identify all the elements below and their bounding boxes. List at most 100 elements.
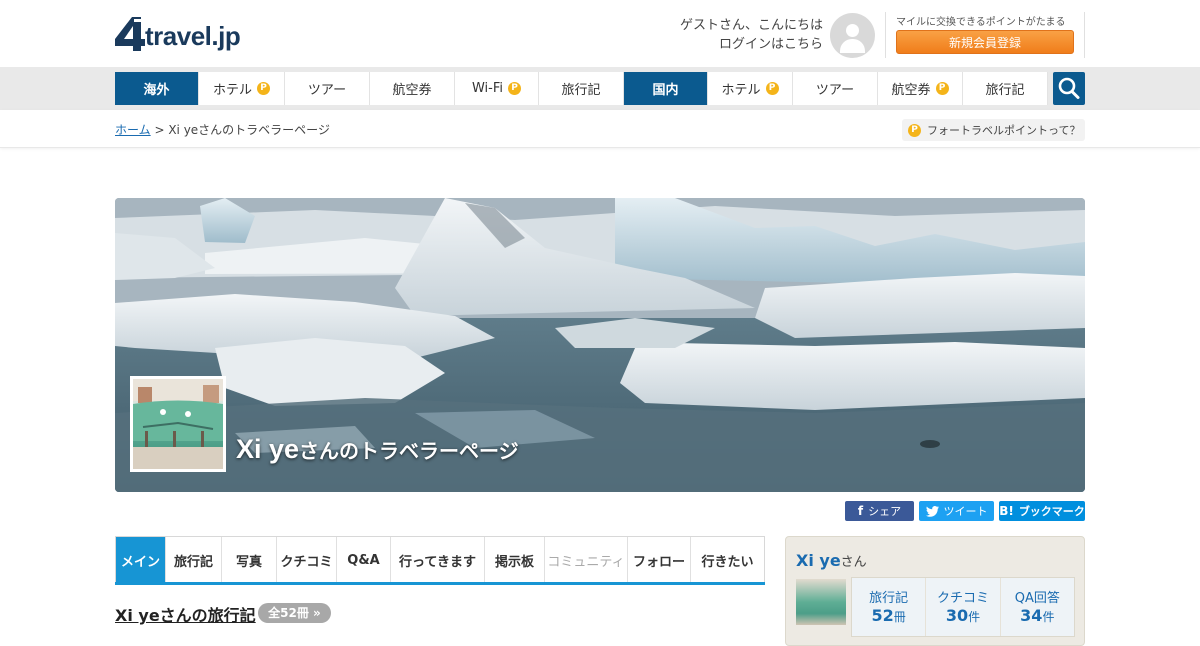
profile-stat-1[interactable]: クチコミ 30件	[926, 578, 1001, 636]
travelogue-section-title[interactable]: Xi yeさんの旅行記	[115, 602, 256, 626]
nav-section-6[interactable]: 国内	[624, 72, 708, 105]
nav-section-0[interactable]: 海外	[115, 72, 199, 105]
guest-avatar-icon[interactable]	[830, 13, 875, 58]
stat-unit: 冊	[893, 610, 906, 624]
tab-2[interactable]: 写真	[222, 537, 277, 584]
stat-label: 旅行記	[869, 591, 909, 606]
points-coin-icon: P	[765, 82, 779, 95]
travelogue-count-button[interactable]: 全52冊 »	[258, 603, 331, 623]
logo-four-icon	[115, 17, 145, 51]
stat-value: 34	[1020, 606, 1043, 625]
profile-small-avatar[interactable]	[796, 579, 846, 625]
nav-item-7[interactable]: ホテル P	[708, 72, 793, 105]
profile-name: Xi yeさん	[796, 551, 867, 570]
page-title: Xi yeさんのトラベラーページ	[236, 434, 519, 465]
tab-0[interactable]: メイン	[116, 537, 166, 584]
nav-item-label: 旅行記	[985, 83, 1025, 98]
nav-item-label: ツアー	[307, 83, 347, 98]
page-title-name: Xi ye	[236, 434, 300, 464]
points-coin-icon: P	[257, 82, 270, 95]
twitter-share-button[interactable]: ツイート	[919, 501, 994, 521]
hatena-bookmark-icon: B!	[999, 504, 1014, 518]
nav-item-label: 航空券	[891, 83, 931, 98]
search-icon	[1058, 77, 1080, 99]
facebook-icon: f	[857, 504, 864, 518]
avatar-body	[840, 39, 865, 53]
twitter-bird-icon	[925, 505, 939, 517]
nav-item-5[interactable]: 旅行記	[539, 72, 624, 105]
profile-stats: 旅行記 52冊 クチコミ 30件 QA回答 34件	[851, 577, 1075, 637]
tab-3[interactable]: クチコミ	[277, 537, 337, 584]
header-divider	[885, 12, 886, 58]
stat-value-row: 30件	[926, 606, 999, 625]
stat-label: QA回答	[1014, 591, 1060, 606]
logo-wordmark: travel.jp	[145, 21, 241, 51]
breadcrumb: ホーム > Xi yeさんのトラベラーページ	[115, 121, 330, 138]
register-button[interactable]: 新規会員登録	[896, 30, 1074, 54]
nav-item-label: 国内	[652, 83, 679, 98]
stat-value: 52	[871, 606, 894, 625]
global-nav: 海外 ホテル P ツアー 航空券 Wi-Fi P 旅行記 国内 ホテル P ツアー 航空券 P 旅行記	[0, 67, 1200, 110]
stat-unit: 件	[968, 610, 981, 624]
nav-item-8[interactable]: ツアー	[793, 72, 878, 105]
nav-item-label: 航空券	[392, 83, 432, 98]
cover-image: Xi yeさんのトラベラーページ	[115, 198, 1085, 492]
login-link[interactable]: ログインはこちら	[719, 37, 823, 52]
breadcrumb-home[interactable]: ホーム	[115, 123, 151, 137]
points-coin-icon: P	[935, 82, 949, 95]
profile-name-link[interactable]: Xi ye	[796, 551, 841, 570]
tab-6[interactable]: 掲示板	[485, 537, 545, 584]
search-button[interactable]	[1053, 72, 1085, 105]
nav-item-label: ツアー	[815, 83, 855, 98]
site-header: travel.jp ゲストさん、こんにちは ログインはこちら マイルに交換できる…	[0, 0, 1200, 67]
avatar-head	[846, 24, 859, 37]
nav-list: 海外 ホテル P ツアー 航空券 Wi-Fi P 旅行記 国内 ホテル P ツアー 航空券 P 旅行記	[115, 72, 1048, 105]
points-info-link[interactable]: P フォートラベルポイントって？	[902, 119, 1085, 141]
points-coin-icon: P	[508, 82, 521, 95]
facebook-share-button[interactable]: f シェア	[845, 501, 914, 521]
breadcrumb-separator: >	[150, 123, 169, 137]
mile-note: マイルに交換できるポイントがたまる	[896, 17, 1066, 28]
nav-item-label: ホテル	[721, 83, 761, 98]
profile-tabs: メイン 旅行記 写真 クチコミ Q&A 行ってきます 掲示板 コミュニティ フォロー 行きたい	[115, 536, 765, 584]
tabs-underline	[115, 582, 765, 585]
page-title-suffix: さんのトラベラーページ	[299, 441, 519, 463]
nav-item-1[interactable]: ホテル P	[199, 72, 285, 105]
stat-value: 30	[945, 606, 969, 625]
hatena-bookmark-label: ブックマーク	[1018, 505, 1085, 518]
stat-value-row: 34件	[1001, 606, 1074, 625]
tab-8[interactable]: フォロー	[628, 537, 691, 584]
profile-name-honorific: さん	[840, 555, 867, 570]
tab-7: コミュニティ	[545, 537, 628, 584]
profile-thumbnail[interactable]	[130, 376, 226, 472]
stat-value-row: 52冊	[852, 606, 925, 625]
stat-label: クチコミ	[936, 591, 989, 606]
tab-4[interactable]: Q&A	[337, 537, 391, 584]
breadcrumb-bar: ホーム > Xi yeさんのトラベラーページ P フォートラベルポイントって？	[0, 110, 1200, 148]
twitter-share-label: ツイート	[943, 505, 988, 518]
points-info-label: フォートラベルポイントって？	[927, 124, 1081, 137]
site-logo[interactable]: travel.jp	[115, 17, 260, 55]
stat-unit: 件	[1042, 610, 1055, 624]
nav-item-10[interactable]: 旅行記	[963, 72, 1048, 105]
nav-item-label: 旅行記	[561, 83, 601, 98]
nav-item-label: ホテル	[212, 83, 252, 98]
greeting-text: ゲストさん、こんにちは	[679, 18, 823, 33]
tab-5[interactable]: 行ってきます	[391, 537, 485, 584]
nav-item-9[interactable]: 航空券 P	[878, 72, 963, 105]
profile-thumbnail-image	[133, 379, 223, 469]
hatena-bookmark-button[interactable]: B! ブックマーク	[999, 501, 1085, 521]
nav-item-label: Wi-Fi	[471, 81, 503, 96]
profile-stat-0[interactable]: 旅行記 52冊	[852, 578, 927, 636]
nav-item-4[interactable]: Wi-Fi P	[455, 72, 539, 105]
nav-item-2[interactable]: ツアー	[285, 72, 370, 105]
tab-1[interactable]: 旅行記	[166, 537, 222, 584]
breadcrumb-current: Xi yeさんのトラベラーページ	[168, 123, 330, 137]
profile-stat-2[interactable]: QA回答 34件	[1000, 578, 1074, 636]
points-coin-icon: P	[908, 123, 921, 137]
nav-item-label: 海外	[143, 83, 170, 98]
nav-item-3[interactable]: 航空券	[370, 72, 455, 105]
greeting-block: ゲストさん、こんにちは ログインはこちら	[680, 16, 823, 54]
tab-9[interactable]: 行きたい	[691, 537, 764, 584]
facebook-share-label: シェア	[868, 505, 902, 518]
